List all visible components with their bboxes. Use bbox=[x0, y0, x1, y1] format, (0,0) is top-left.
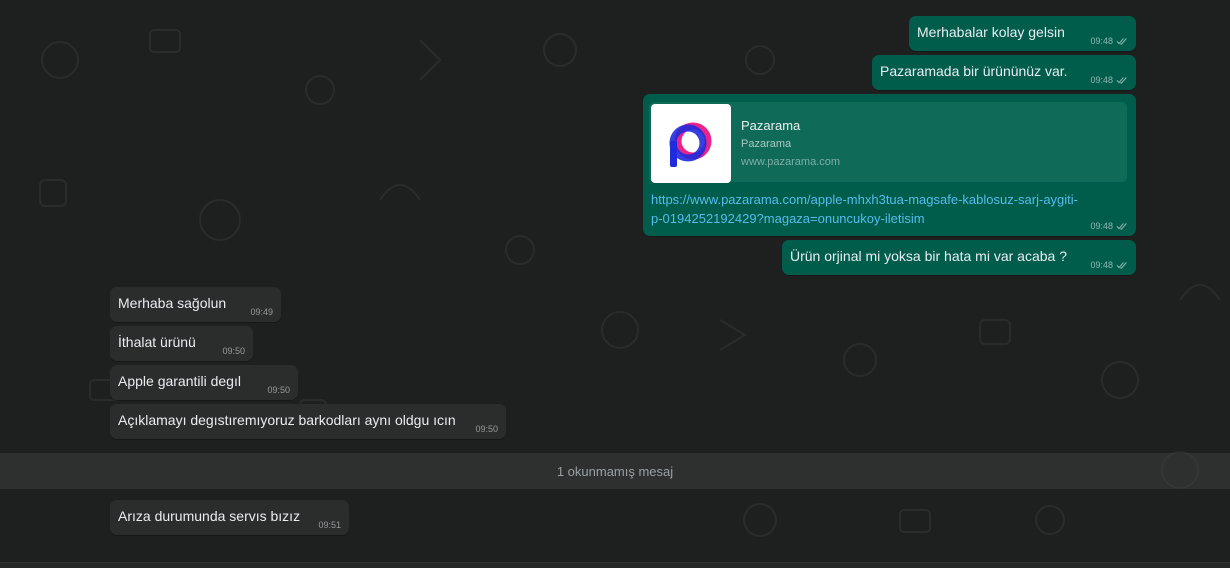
message-time: 09:50 bbox=[267, 385, 290, 395]
message-meta: 09:48 bbox=[1090, 260, 1128, 270]
message-time: 09:48 bbox=[1090, 75, 1113, 85]
double-check-icon bbox=[1116, 77, 1127, 84]
link-message[interactable]: Pazarama Pazarama www.pazarama.com https… bbox=[643, 94, 1136, 236]
pazarama-logo-icon bbox=[651, 104, 731, 183]
double-check-icon bbox=[1116, 38, 1127, 45]
message-meta: 09:50 bbox=[267, 385, 290, 395]
link-url-line[interactable]: https://www.pazarama.com/apple-mhxh3tua-… bbox=[651, 190, 1121, 209]
message-text: Arıza durumunda servıs bızız bbox=[118, 508, 301, 524]
incoming-message[interactable]: İthalat ürünü 09:50 bbox=[110, 326, 253, 361]
incoming-message[interactable]: Apple garantili degıl 09:50 bbox=[110, 365, 298, 400]
outgoing-message[interactable]: Ürün orjinal mi yoksa bir hata mi var ac… bbox=[782, 240, 1136, 275]
message-meta: 09:50 bbox=[222, 346, 245, 356]
message-meta: 09:51 bbox=[318, 520, 341, 530]
link-url-line[interactable]: p-0194252192429?magaza=onuncukoy-iletisi… bbox=[651, 209, 1121, 228]
link-preview-description: Pazarama bbox=[741, 138, 792, 150]
message-time: 09:49 bbox=[250, 307, 273, 317]
message-time: 09:48 bbox=[1090, 260, 1113, 270]
message-text: Ürün orjinal mi yoksa bir hata mi var ac… bbox=[790, 248, 1068, 264]
unread-label: 1 okunmamış mesaj bbox=[556, 463, 674, 479]
message-time: 09:50 bbox=[475, 424, 498, 434]
double-check-icon bbox=[1116, 223, 1127, 230]
message-time: 09:51 bbox=[318, 520, 341, 530]
link-preview-title: Pazarama bbox=[741, 118, 801, 133]
chat-panel[interactable]: Merhabalar kolay gelsin 09:48 Pazaramada… bbox=[0, 0, 1230, 568]
composer-divider bbox=[0, 562, 1230, 568]
message-text: Apple garantili degıl bbox=[118, 373, 241, 389]
message-time: 09:48 bbox=[1090, 221, 1113, 231]
message-text: Pazaramada bir ürününüz var. bbox=[880, 63, 1068, 79]
message-text: İthalat ürünü bbox=[118, 334, 196, 350]
unread-messages-divider: 1 okunmamış mesaj bbox=[0, 453, 1230, 489]
message-time: 09:48 bbox=[1090, 36, 1113, 46]
incoming-message[interactable]: Açıklamayı degıstıremıyoruz barkodları a… bbox=[110, 404, 506, 439]
message-meta: 09:48 bbox=[1090, 221, 1128, 231]
link-preview-card[interactable]: Pazarama Pazarama www.pazarama.com bbox=[649, 102, 1127, 183]
message-meta: 09:48 bbox=[1090, 75, 1128, 85]
double-check-icon bbox=[1116, 262, 1127, 269]
message-text: Açıklamayı degıstıremıyoruz barkodları a… bbox=[118, 412, 456, 428]
message-meta: 09:50 bbox=[475, 424, 498, 434]
message-text: Merhabalar kolay gelsin bbox=[917, 24, 1065, 40]
incoming-message[interactable]: Arıza durumunda servıs bızız 09:51 bbox=[110, 500, 349, 535]
message-meta: 09:48 bbox=[1090, 36, 1128, 46]
message-time: 09:50 bbox=[222, 346, 245, 356]
link-url[interactable]: https://www.pazarama.com/apple-mhxh3tua-… bbox=[651, 190, 1121, 228]
incoming-message[interactable]: Merhaba sağolun 09:49 bbox=[110, 287, 281, 322]
message-meta: 09:49 bbox=[250, 307, 273, 317]
outgoing-message[interactable]: Pazaramada bir ürününüz var. 09:48 bbox=[872, 55, 1136, 90]
outgoing-message[interactable]: Merhabalar kolay gelsin 09:48 bbox=[909, 16, 1136, 51]
message-text: Merhaba sağolun bbox=[118, 295, 227, 311]
link-preview-domain: www.pazarama.com bbox=[741, 156, 841, 168]
